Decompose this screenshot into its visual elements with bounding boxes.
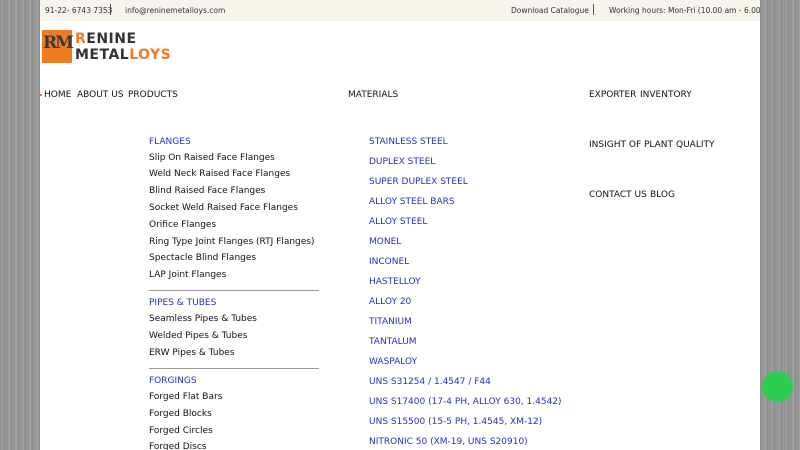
material-link[interactable]: TANTALUM (369, 337, 417, 347)
material-link[interactable]: MONEL (369, 237, 401, 247)
email-link[interactable]: info@reninemetalloys.com (125, 6, 225, 15)
material-link[interactable]: INCONEL (369, 257, 409, 267)
menu-item[interactable]: LAP Joint Flanges (149, 270, 226, 280)
working-hours: Working hours: Mon-Fri (10.00 am - 6.00 … (609, 6, 760, 15)
logo-text-line1: RENINE (75, 31, 137, 47)
menu-item[interactable]: Forged Flat Bars (149, 392, 222, 402)
page: 91-22- 6743 7353 info@reninemetalloys.co… (40, 0, 760, 450)
nav-inventory[interactable]: INVENTORY (640, 90, 692, 100)
menu-item[interactable]: Forged Blocks (149, 409, 212, 419)
menu-divider (149, 290, 319, 291)
nav-home[interactable]: HOME (40, 90, 71, 100)
divider (593, 4, 594, 15)
category-pipes-tubes[interactable]: PIPES & TUBES (149, 298, 216, 308)
divider (110, 4, 111, 15)
material-link[interactable]: ALLOY 20 (369, 297, 411, 307)
phone-link[interactable]: 91-22- 6743 7353 (45, 6, 112, 15)
material-link[interactable]: NITRONIC 50 (XM-19, UNS S20910) (369, 437, 528, 447)
menu-item[interactable]: Slip On Raised Face Flanges (149, 153, 275, 163)
material-link[interactable]: ALLOY STEEL BARS (369, 197, 455, 207)
material-link[interactable]: WASPALOY (369, 357, 417, 367)
logo-mark: RM (42, 30, 74, 63)
download-catalogue-link[interactable]: Download Catalogue (511, 6, 589, 15)
material-link[interactable]: HASTELLOY (369, 277, 421, 287)
menu-item[interactable]: Ring Type Joint Flanges (RTJ Flanges) (149, 237, 315, 247)
nav-quality[interactable]: QUALITY (676, 140, 715, 150)
nav-products[interactable]: PRODUCTS (128, 90, 178, 100)
material-link[interactable]: STAINLESS STEEL (369, 137, 448, 147)
material-link[interactable]: UNS S31254 / 1.4547 / F44 (369, 377, 491, 387)
menu-item[interactable]: Forged Circles (149, 426, 213, 436)
menu-item[interactable]: Orifice Flanges (149, 220, 216, 230)
category-forgings[interactable]: FORGINGS (149, 376, 197, 386)
menu-item[interactable]: Weld Neck Raised Face Flanges (149, 169, 290, 179)
top-bar: 91-22- 6743 7353 info@reninemetalloys.co… (40, 0, 760, 21)
menu-item[interactable]: Welded Pipes & Tubes (149, 331, 247, 341)
menu-item[interactable]: Spectacle Blind Flanges (149, 253, 256, 263)
material-link[interactable]: UNS S17400 (17-4 PH, ALLOY 630, 1.4542) (369, 397, 562, 407)
logo-text-line2: METALLOYS (75, 47, 172, 63)
material-link[interactable]: ALLOY STEEL (369, 217, 427, 227)
category-flanges[interactable]: FLANGES (149, 137, 191, 147)
menu-item[interactable]: ERW Pipes & Tubes (149, 348, 235, 358)
menu-item[interactable]: Socket Weld Raised Face Flanges (149, 203, 298, 213)
menu-divider (149, 368, 319, 369)
menu-item[interactable]: Forged Discs (149, 442, 207, 450)
material-link[interactable]: SUPER DUPLEX STEEL (369, 177, 468, 187)
menu-item[interactable]: Seamless Pipes & Tubes (149, 314, 257, 324)
nav-exporter[interactable]: EXPORTER (589, 90, 636, 100)
nav-blog[interactable]: BLOG (650, 190, 675, 200)
nav-about-us[interactable]: ABOUT US (77, 90, 124, 100)
material-link[interactable]: TITANIUM (369, 317, 412, 327)
nav-materials[interactable]: MATERIALS (348, 90, 398, 100)
nav-insight-of-plant[interactable]: INSIGHT OF PLANT (589, 140, 673, 150)
material-link[interactable]: UNS S15500 (15-5 PH, 1.4545, XM-12) (369, 417, 542, 427)
whatsapp-chat-icon[interactable] (762, 371, 793, 402)
material-link[interactable]: DUPLEX STEEL (369, 157, 435, 167)
menu-item[interactable]: Blind Raised Face Flanges (149, 186, 265, 196)
nav-contact-us[interactable]: CONTACT US (589, 190, 647, 200)
